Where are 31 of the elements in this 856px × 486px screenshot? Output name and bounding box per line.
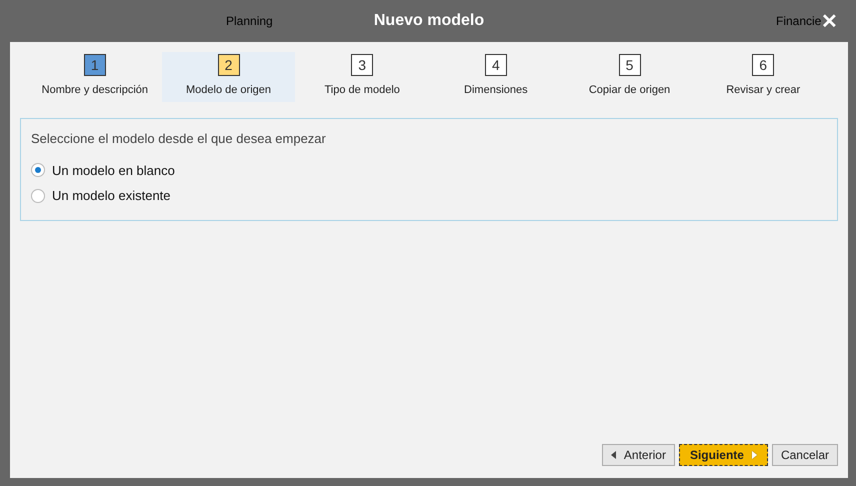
step-label: Revisar y crear bbox=[726, 83, 800, 98]
prompt-text: Seleccione el modelo desde el que desea empezar bbox=[31, 130, 327, 148]
step-label: Modelo de origen bbox=[186, 83, 272, 98]
step-label: Tipo de modelo bbox=[324, 83, 400, 98]
step-number: 5 bbox=[618, 54, 641, 76]
option-label[interactable]: Un modelo en blanco bbox=[52, 160, 175, 180]
wizard-step[interactable]: 3 Tipo de modelo bbox=[295, 52, 430, 102]
step-label: Dimensiones bbox=[464, 83, 528, 98]
radio-button[interactable] bbox=[31, 163, 45, 178]
background-text: Planning bbox=[226, 13, 273, 30]
wizard-step[interactable]: 2 Modelo de origen bbox=[162, 52, 296, 102]
caret-icon bbox=[752, 451, 757, 459]
wizard-step[interactable]: 6 Revisar y crear bbox=[696, 52, 830, 102]
step-number: 2 bbox=[218, 54, 240, 76]
step-number: 3 bbox=[351, 54, 374, 76]
step-label: Nombre y descripción bbox=[42, 83, 148, 98]
back-button[interactable]: Anterior bbox=[602, 444, 675, 466]
radio-button[interactable] bbox=[31, 188, 45, 203]
background-text: Financie bbox=[776, 13, 822, 30]
wizard-step[interactable]: 5 Copiar de origen bbox=[562, 52, 696, 102]
step-label: Copiar de origen bbox=[588, 83, 670, 98]
step-number: 6 bbox=[752, 54, 774, 76]
caret-icon bbox=[610, 451, 616, 459]
dialog-title: Nuevo modelo bbox=[374, 11, 484, 31]
option-label[interactable]: Un modelo existente bbox=[52, 186, 171, 206]
wizard-step[interactable]: 1 Nombre y descripción bbox=[28, 52, 162, 102]
wizard-step[interactable]: 4 Dimensiones bbox=[429, 52, 563, 102]
step-number: 4 bbox=[484, 54, 507, 76]
cancel-button[interactable]: Cancelar bbox=[772, 444, 838, 466]
step-number: 1 bbox=[84, 54, 106, 76]
next-button[interactable]: Siguiente bbox=[678, 444, 768, 466]
